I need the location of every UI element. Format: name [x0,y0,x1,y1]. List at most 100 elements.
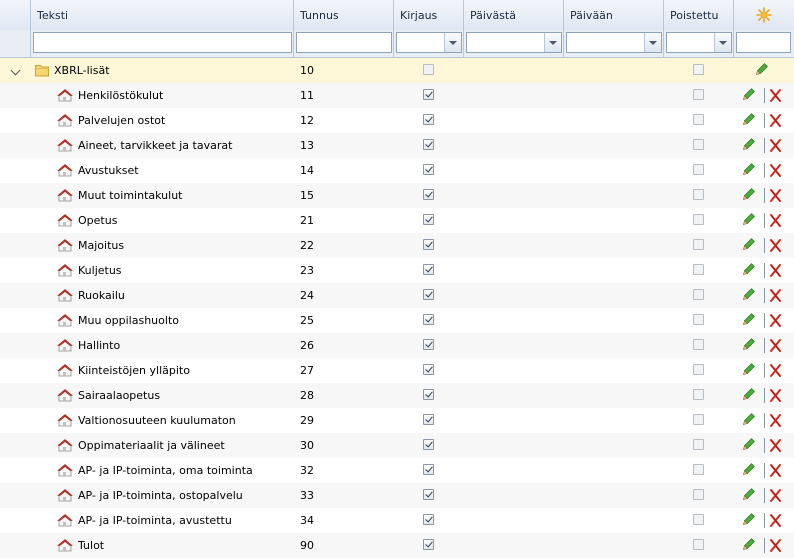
row-kirjaus-checkbox[interactable] [423,164,434,175]
delete-x-icon[interactable] [768,488,783,503]
row-poistettu-checkbox[interactable] [693,139,704,150]
row-kirjaus-checkbox[interactable] [423,89,434,100]
delete-x-icon[interactable] [768,513,783,528]
row-kirjaus-checkbox[interactable] [423,314,434,325]
table-row[interactable]: Opetus 21 [0,208,794,233]
chevron-down-icon[interactable] [444,33,461,52]
row-poistettu-checkbox[interactable] [693,264,704,275]
pencil-icon[interactable] [741,88,755,102]
delete-x-icon[interactable] [768,388,783,403]
row-kirjaus-checkbox[interactable] [423,464,434,475]
pencil-icon[interactable] [741,338,755,352]
row-poistettu-checkbox[interactable] [693,239,704,250]
row-poistettu-checkbox[interactable] [693,414,704,425]
pencil-icon[interactable] [754,63,768,77]
pencil-icon[interactable] [741,513,755,527]
table-row[interactable]: Ruokailu 24 [0,283,794,308]
row-poistettu-checkbox[interactable] [693,389,704,400]
row-poistettu-checkbox[interactable] [693,464,704,475]
row-poistettu-checkbox[interactable] [693,539,704,550]
table-row[interactable]: AP- ja IP-toiminta, avustettu 34 [0,508,794,533]
chevron-down-icon[interactable] [644,33,661,52]
row-kirjaus-checkbox[interactable] [423,189,434,200]
row-poistettu-checkbox[interactable] [693,289,704,300]
table-row[interactable]: Muut toimintakulut 15 [0,183,794,208]
row-kirjaus-checkbox[interactable] [423,289,434,300]
pencil-icon[interactable] [741,113,755,127]
delete-x-icon[interactable] [768,463,783,478]
table-row[interactable]: Majoitus 22 [0,233,794,258]
table-row[interactable]: Tulot 90 [0,533,794,558]
table-row[interactable]: Oppimateriaalit ja välineet 30 [0,433,794,458]
filter-kirjaus-select[interactable] [396,32,462,53]
filter-paivaan-select[interactable] [566,32,662,53]
delete-x-icon[interactable] [768,138,783,153]
row-poistettu-checkbox[interactable] [693,189,704,200]
row-kirjaus-checkbox[interactable] [423,239,434,250]
table-row[interactable]: Kuljetus 23 [0,258,794,283]
chevron-down-icon[interactable] [10,65,21,76]
table-row[interactable]: Henkilöstökulut 11 [0,83,794,108]
pencil-icon[interactable] [741,288,755,302]
header-tunnus[interactable]: Tunnus [294,0,394,30]
delete-x-icon[interactable] [768,163,783,178]
row-poistettu-checkbox[interactable] [693,164,704,175]
table-row[interactable]: Kiinteistöjen ylläpito 27 [0,358,794,383]
row-poistettu-checkbox[interactable] [693,89,704,100]
delete-x-icon[interactable] [768,338,783,353]
table-row[interactable]: Sairaalaopetus 28 [0,383,794,408]
header-kirjaus[interactable]: Kirjaus [394,0,464,30]
delete-x-icon[interactable] [768,263,783,278]
table-row[interactable]: Aineet, tarvikkeet ja tavarat 13 [0,133,794,158]
row-kirjaus-checkbox[interactable] [423,514,434,525]
row-kirjaus-checkbox[interactable] [423,414,434,425]
row-poistettu-checkbox[interactable] [693,489,704,500]
delete-x-icon[interactable] [768,288,783,303]
table-row[interactable]: Valtionosuuteen kuulumaton 29 [0,408,794,433]
table-row[interactable]: Palvelujen ostot 12 [0,108,794,133]
row-poistettu-checkbox[interactable] [693,439,704,450]
pencil-icon[interactable] [741,263,755,277]
delete-x-icon[interactable] [768,313,783,328]
row-poistettu-checkbox[interactable] [693,314,704,325]
header-poistettu[interactable]: Poistettu [664,0,734,30]
pencil-icon[interactable] [741,363,755,377]
row-poistettu-checkbox[interactable] [693,364,704,375]
chevron-down-icon[interactable] [714,33,731,52]
table-row[interactable]: Muu oppilashuolto 25 [0,308,794,333]
delete-x-icon[interactable] [768,113,783,128]
row-kirjaus-checkbox[interactable] [423,264,434,275]
filter-poistettu-select[interactable] [666,32,732,53]
row-kirjaus-checkbox[interactable] [423,339,434,350]
filter-extra-input[interactable] [736,32,791,53]
pencil-icon[interactable] [741,163,755,177]
header-paivaan[interactable]: Päivään [564,0,664,30]
group-poistettu-checkbox[interactable] [693,64,704,75]
pencil-icon[interactable] [741,313,755,327]
filter-paivasta-select[interactable] [466,32,562,53]
pencil-icon[interactable] [741,463,755,477]
table-row[interactable]: AP- ja IP-toiminta, oma toiminta 32 [0,458,794,483]
table-row[interactable]: AP- ja IP-toiminta, ostopalvelu 33 [0,483,794,508]
delete-x-icon[interactable] [768,538,783,553]
filter-teksti-input[interactable] [33,32,292,53]
row-kirjaus-checkbox[interactable] [423,139,434,150]
row-kirjaus-checkbox[interactable] [423,214,434,225]
pencil-icon[interactable] [741,238,755,252]
header-paivasta[interactable]: Päivästä [464,0,564,30]
delete-x-icon[interactable] [768,238,783,253]
delete-x-icon[interactable] [768,363,783,378]
add-new-sun-icon[interactable] [734,0,794,30]
delete-x-icon[interactable] [768,188,783,203]
pencil-icon[interactable] [741,488,755,502]
row-kirjaus-checkbox[interactable] [423,489,434,500]
chevron-down-icon[interactable] [544,33,561,52]
pencil-icon[interactable] [741,438,755,452]
pencil-icon[interactable] [741,538,755,552]
row-kirjaus-checkbox[interactable] [423,114,434,125]
pencil-icon[interactable] [741,138,755,152]
row-poistettu-checkbox[interactable] [693,214,704,225]
row-kirjaus-checkbox[interactable] [423,539,434,550]
row-kirjaus-checkbox[interactable] [423,389,434,400]
row-kirjaus-checkbox[interactable] [423,439,434,450]
